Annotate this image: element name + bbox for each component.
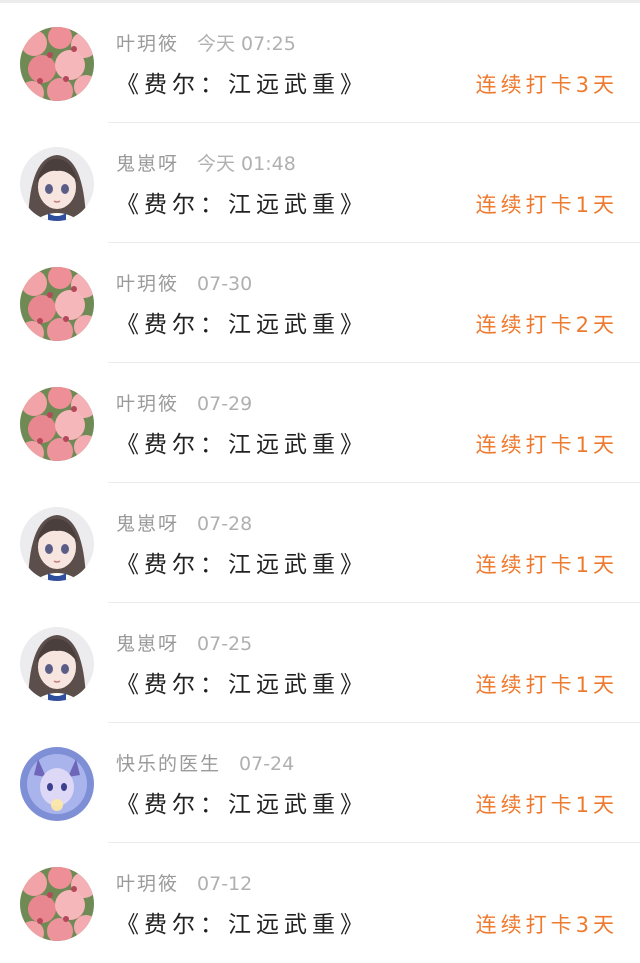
book-title[interactable]: 《费尔：江远武重》 [116,545,368,579]
entry-meta: 叶玥筱 07-12 [116,869,252,896]
checkin-time: 07-29 [197,393,253,415]
book-title[interactable]: 《费尔：江远武重》 [116,905,368,939]
avatar[interactable] [20,747,94,821]
user-name[interactable]: 鬼崽呀 [116,633,179,655]
blue-character-avatar-image [20,747,94,821]
streak-label: 连续打卡1天 [475,553,618,577]
flowers-avatar-image [20,27,94,101]
anime-girl-avatar-image [20,507,94,581]
book-title[interactable]: 《费尔：江远武重》 [116,785,368,819]
avatar[interactable] [20,27,94,101]
checkin-row[interactable]: 叶玥筱 07-29 《费尔：江远武重》 连续打卡1天 [0,363,640,483]
checkin-feed: 叶玥筱 今天 07:25 《费尔：江远武重》 连续打卡3天 鬼崽呀 今天 01:48… [0,0,640,963]
avatar[interactable] [20,627,94,701]
avatar[interactable] [20,267,94,341]
checkin-row[interactable]: 鬼崽呀 07-25 《费尔：江远武重》 连续打卡1天 [0,603,640,723]
entry-meta: 叶玥筱 今天 07:25 [116,29,296,56]
checkin-time: 07-12 [197,873,253,895]
entry-meta: 叶玥筱 07-30 [116,269,252,296]
streak-label: 连续打卡1天 [475,793,618,817]
checkin-row[interactable]: 叶玥筱 今天 07:25 《费尔：江远武重》 连续打卡3天 [0,3,640,123]
user-name[interactable]: 叶玥筱 [116,873,179,895]
user-name[interactable]: 鬼崽呀 [116,153,179,175]
avatar[interactable] [20,147,94,221]
checkin-time: 07-25 [197,633,253,655]
entry-meta: 鬼崽呀 07-25 [116,629,252,656]
streak-label: 连续打卡3天 [475,73,618,97]
avatar[interactable] [20,867,94,941]
entry-meta: 叶玥筱 07-29 [116,389,252,416]
anime-girl-avatar-image [20,147,94,221]
entry-meta: 鬼崽呀 今天 01:48 [116,149,296,176]
anime-girl-avatar-image [20,627,94,701]
entry-meta: 快乐的医生 07-24 [116,749,294,776]
checkin-time: 今天 01:48 [197,153,296,175]
checkin-row[interactable]: 鬼崽呀 07-28 《费尔：江远武重》 连续打卡1天 [0,483,640,603]
streak-label: 连续打卡1天 [475,673,618,697]
book-title[interactable]: 《费尔：江远武重》 [116,65,368,99]
streak-label: 连续打卡2天 [475,313,618,337]
checkin-time: 今天 07:25 [197,33,296,55]
checkin-row[interactable]: 快乐的医生 07-24 《费尔：江远武重》 连续打卡1天 [0,723,640,843]
avatar[interactable] [20,507,94,581]
user-name[interactable]: 叶玥筱 [116,393,179,415]
checkin-time: 07-24 [239,753,295,775]
streak-label: 连续打卡1天 [475,193,618,217]
user-name[interactable]: 快乐的医生 [116,753,221,775]
avatar[interactable] [20,387,94,461]
book-title[interactable]: 《费尔：江远武重》 [116,305,368,339]
streak-label: 连续打卡1天 [475,433,618,457]
flowers-avatar-image [20,387,94,461]
checkin-row[interactable]: 叶玥筱 07-12 《费尔：江远武重》 连续打卡3天 [0,843,640,963]
book-title[interactable]: 《费尔：江远武重》 [116,185,368,219]
checkin-row[interactable]: 鬼崽呀 今天 01:48 《费尔：江远武重》 连续打卡1天 [0,123,640,243]
user-name[interactable]: 叶玥筱 [116,273,179,295]
book-title[interactable]: 《费尔：江远武重》 [116,665,368,699]
streak-label: 连续打卡3天 [475,913,618,937]
flowers-avatar-image [20,267,94,341]
user-name[interactable]: 鬼崽呀 [116,513,179,535]
book-title[interactable]: 《费尔：江远武重》 [116,425,368,459]
checkin-row[interactable]: 叶玥筱 07-30 《费尔：江远武重》 连续打卡2天 [0,243,640,363]
user-name[interactable]: 叶玥筱 [116,33,179,55]
entry-meta: 鬼崽呀 07-28 [116,509,252,536]
flowers-avatar-image [20,867,94,941]
checkin-time: 07-28 [197,513,253,535]
checkin-time: 07-30 [197,273,253,295]
